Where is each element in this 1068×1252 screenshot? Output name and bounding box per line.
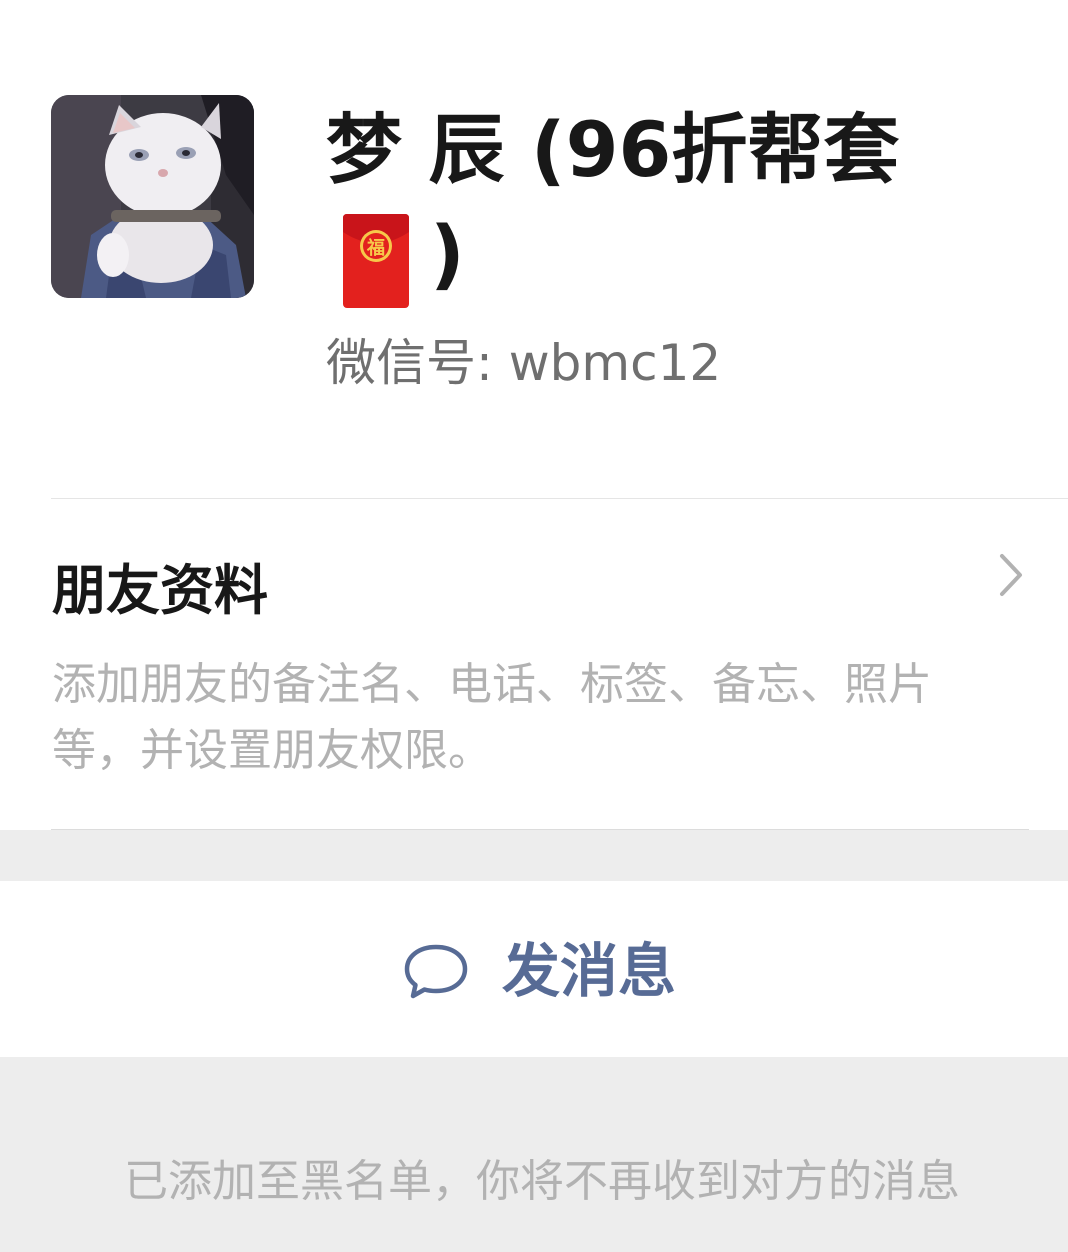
cat-avatar-image [51, 95, 254, 298]
friend-info-description: 添加朋友的备注名、电话、标签、备忘、照片等，并设置朋友权限。 [52, 659, 932, 776]
profile-name-line1: 梦 辰 (96折帮套 [326, 105, 900, 194]
send-message-content: 发消息 [402, 937, 676, 1005]
chat-bubble-icon [404, 944, 468, 999]
divider [51, 498, 1068, 499]
red-envelope-icon: 福 [343, 214, 409, 308]
wechat-id: 微信号: wbmc12 [326, 334, 722, 392]
divider [51, 829, 1029, 830]
profile-name-closing: ) [430, 209, 465, 298]
chevron-right-icon[interactable] [990, 552, 1030, 598]
blacklist-notice: 已添加至黑名单，你将不再收到对方的消息 [124, 1156, 960, 1207]
send-message-button[interactable]: 发消息 [0, 881, 1068, 1057]
friend-info-title[interactable]: 朋友资料 [52, 556, 268, 626]
svg-text:福: 福 [366, 237, 385, 259]
profile-card: 梦 辰 (96折帮套 福 ) 微信号: wbmc12 朋友资料 添加朋友的备注名… [0, 0, 1068, 830]
profile-name: 梦 辰 (96折帮套 福 ) [326, 100, 1026, 308]
avatar[interactable] [51, 95, 254, 298]
profile-name-line2: 福 ) [326, 200, 1026, 308]
send-message-label: 发消息 [502, 937, 677, 1005]
